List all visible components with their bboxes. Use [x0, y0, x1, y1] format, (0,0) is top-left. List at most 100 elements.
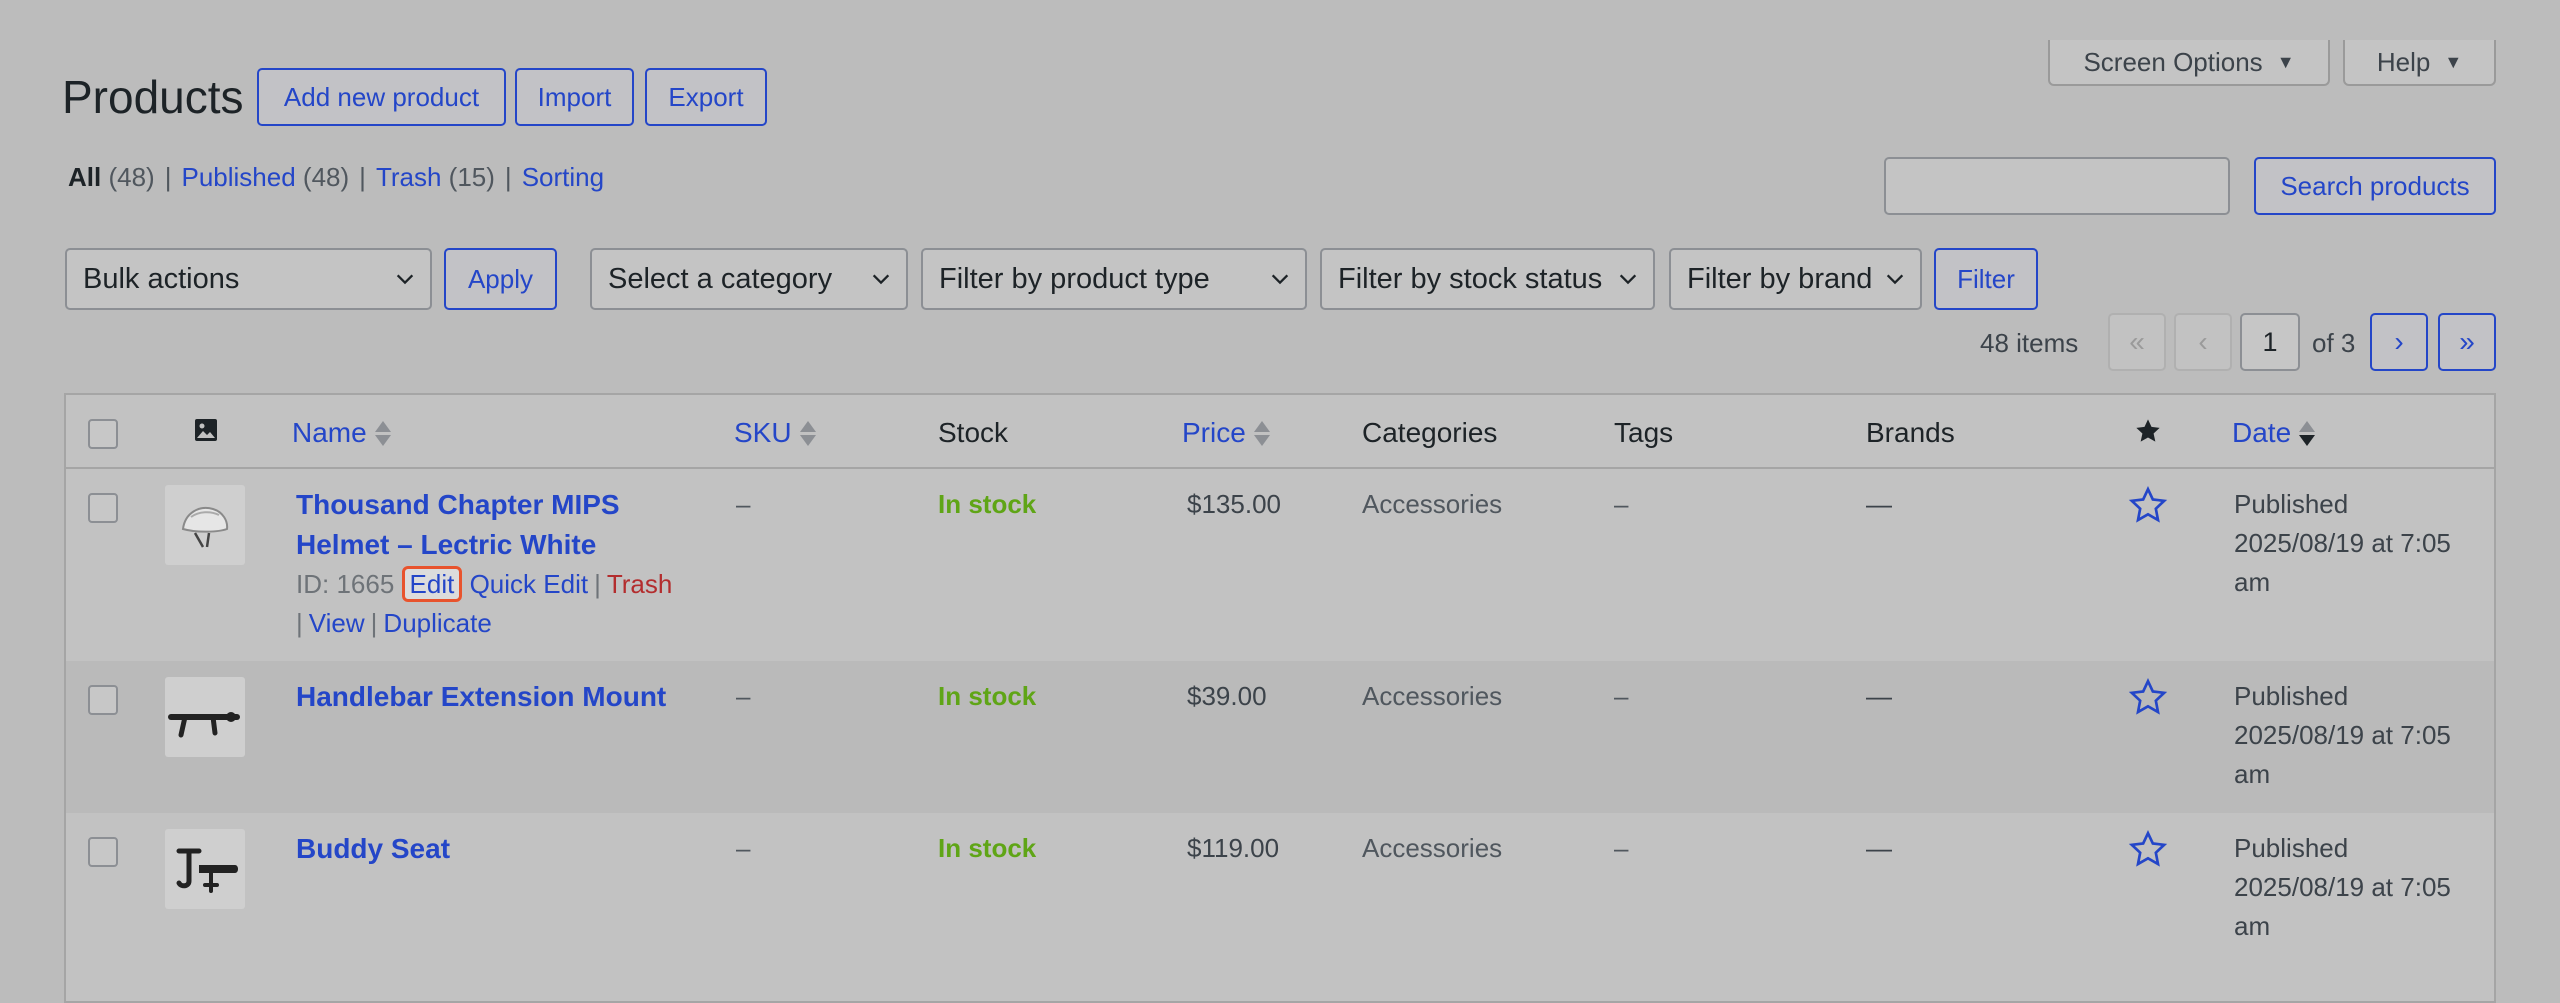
edit-link[interactable]: Edit [401, 566, 463, 602]
date-value: 2025/08/19 at 7:05 [2234, 528, 2451, 558]
helmet-image [181, 507, 229, 548]
category-link[interactable]: Accessories [1362, 681, 1502, 712]
help-label: Help [2376, 46, 2431, 77]
row-checkbox[interactable] [88, 685, 118, 715]
view-link[interactable]: View [309, 608, 365, 638]
table-row: Buddy Seat – In stock $119.00 Accessorie… [66, 813, 2494, 1003]
product-thumbnail[interactable] [165, 485, 245, 565]
export-button[interactable]: Export [645, 68, 767, 126]
date-value: 2025/08/19 at 7:05 [2234, 720, 2451, 750]
price-value: $135.00 [1187, 489, 1281, 519]
featured-star-icon [2136, 419, 2160, 442]
tags-value: – [1614, 833, 1629, 863]
caret-down-icon: ▼ [2276, 51, 2295, 72]
column-stock: Stock [938, 417, 1009, 448]
sort-icon [799, 420, 816, 446]
column-sku-label: SKU [734, 417, 792, 448]
last-page-button[interactable]: » [2438, 313, 2496, 371]
product-id: ID: 1665 [296, 569, 395, 599]
column-name-label: Name [292, 417, 367, 448]
product-name-link[interactable]: Buddy Seat [296, 829, 450, 869]
stock-status: In stock [938, 833, 1037, 863]
filter-button[interactable]: Filter [1934, 248, 2038, 310]
tags-value: – [1614, 681, 1629, 711]
sort-icon [374, 420, 391, 446]
sku-value: – [736, 681, 751, 711]
date-value: 2025/08/19 at 7:05 [2234, 872, 2451, 902]
date-value-tail: am [2234, 759, 2271, 789]
import-button[interactable]: Import [515, 68, 634, 126]
date-status: Published [2234, 681, 2349, 711]
column-tags: Tags [1614, 417, 1674, 448]
prev-page-button[interactable]: ‹ [2174, 313, 2232, 371]
brand-label: Filter by brand [1687, 262, 1873, 295]
product-thumbnail[interactable] [165, 829, 245, 909]
category-select[interactable]: Select a category [590, 248, 908, 310]
view-trash[interactable]: Trash [376, 162, 442, 192]
date-status: Published [2234, 833, 2349, 863]
view-sorting[interactable]: Sorting [522, 162, 604, 192]
search-products-button[interactable]: Search products [2254, 157, 2496, 215]
view-published-count: (48) [302, 162, 350, 192]
items-count: 48 items [1980, 328, 2079, 358]
brands-value: — [1866, 681, 1892, 711]
image-icon [195, 419, 217, 441]
sku-value: – [736, 833, 751, 863]
row-checkbox[interactable] [88, 493, 118, 523]
stock-status: In stock [938, 489, 1037, 519]
select-all-checkbox[interactable] [88, 419, 118, 449]
column-sku[interactable]: SKU [734, 417, 816, 449]
chevron-down-icon [872, 274, 890, 285]
view-trash-count: (15) [448, 162, 495, 192]
table-row: Handlebar Extension Mount – In stock $39… [66, 661, 2494, 813]
caret-down-icon: ▼ [2444, 51, 2463, 72]
stock-status-label: Filter by stock status [1338, 262, 1603, 295]
bulk-actions-select[interactable]: Bulk actions [65, 248, 432, 310]
first-page-button[interactable]: « [2108, 313, 2166, 371]
table-row: Thousand Chapter MIPS Helmet – Lectric W… [66, 469, 2494, 661]
view-all-count: (48) [108, 162, 155, 192]
product-name-link[interactable]: Handlebar Extension Mount [296, 677, 666, 717]
featured-star-outline-icon[interactable] [2128, 677, 2168, 717]
screen-options-button[interactable]: Screen Options ▼ [2048, 40, 2330, 86]
apply-button[interactable]: Apply [444, 248, 557, 310]
tags-value: – [1614, 489, 1629, 519]
add-new-product-button[interactable]: Add new product [257, 68, 506, 126]
date-status: Published [2234, 489, 2349, 519]
stock-status-select[interactable]: Filter by stock status [1320, 248, 1655, 310]
status-views: All (48) | Published (48) | Trash (15) | Sorti… [68, 162, 605, 192]
view-all[interactable]: All [68, 162, 101, 192]
sku-value: – [736, 489, 751, 519]
price-value: $119.00 [1187, 833, 1280, 863]
brands-value: — [1866, 489, 1892, 519]
column-price-label: Price [1182, 417, 1246, 448]
featured-star-outline-icon[interactable] [2128, 829, 2168, 869]
brands-value: — [1866, 833, 1892, 863]
duplicate-link[interactable]: Duplicate [383, 608, 491, 638]
table-header: Name SKU Stock Price Categories Tags Bra… [66, 395, 2494, 469]
search-input[interactable] [1884, 157, 2230, 215]
trash-link[interactable]: Trash [607, 569, 673, 599]
category-link[interactable]: Accessories [1362, 833, 1502, 864]
chevron-down-icon [1619, 274, 1637, 285]
featured-star-outline-icon[interactable] [2128, 485, 2168, 525]
quick-edit-link[interactable]: Quick Edit [470, 569, 589, 599]
row-checkbox[interactable] [88, 837, 118, 867]
column-name[interactable]: Name [292, 417, 391, 449]
product-name-link[interactable]: Thousand Chapter MIPS Helmet – Lectric W… [296, 485, 620, 565]
product-name-line: Thousand Chapter MIPS [296, 489, 620, 520]
total-pages: of 3 [2312, 328, 2356, 358]
column-price[interactable]: Price [1182, 417, 1270, 449]
current-page-input[interactable]: 1 [2240, 313, 2300, 371]
product-type-select[interactable]: Filter by product type [921, 248, 1307, 310]
help-button[interactable]: Help ▼ [2343, 40, 2496, 86]
view-published[interactable]: Published [181, 162, 295, 192]
column-date[interactable]: Date [2232, 417, 2316, 449]
column-categories: Categories [1362, 417, 1498, 448]
date-published: Published 2025/08/19 at 7:05 am [2234, 829, 2484, 946]
next-page-button[interactable]: › [2370, 313, 2428, 371]
category-link[interactable]: Accessories [1362, 489, 1502, 520]
brand-select[interactable]: Filter by brand [1669, 248, 1922, 310]
column-brands: Brands [1866, 417, 1955, 448]
product-thumbnail[interactable] [165, 677, 245, 757]
